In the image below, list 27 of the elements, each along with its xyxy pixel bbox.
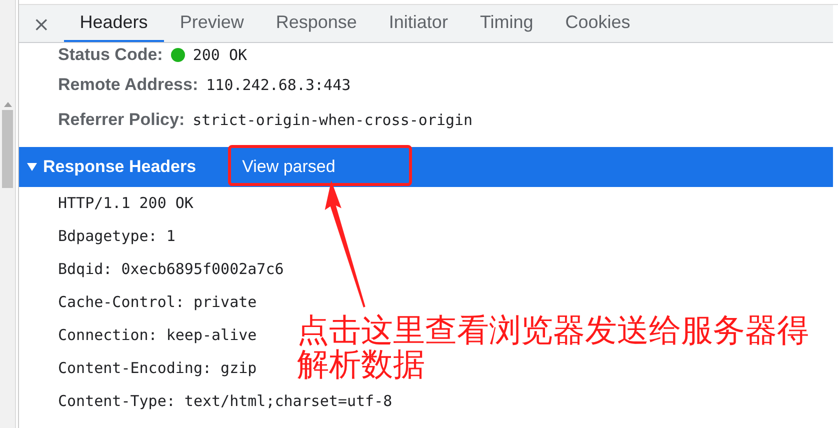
- annotation-text: 点击这里查看浏览器发送给服务器得解析数据: [297, 313, 810, 381]
- header-value: 200 OK: [192, 46, 248, 64]
- tab[interactable]: Cookies: [549, 5, 646, 42]
- tab[interactable]: Response: [260, 5, 373, 42]
- view-parsed-link[interactable]: View parsed: [242, 157, 336, 177]
- tab[interactable]: Timing: [464, 5, 550, 42]
- header-value: strict-origin-when-cross-origin: [192, 110, 473, 128]
- section-header[interactable]: Response Headers View parsed: [19, 147, 833, 187]
- header-name: Status Code:: [58, 45, 163, 65]
- section-title: Response Headers: [43, 157, 196, 177]
- tab[interactable]: Headers: [64, 5, 164, 42]
- header-line: Connection: keep-alive: [58, 326, 257, 344]
- header-line: HTTP/1.1 200 OK: [58, 194, 194, 212]
- header-line: Bdqid: 0xecb6895f0002a7c6: [58, 260, 284, 278]
- header-name: Referrer Policy:: [58, 110, 185, 130]
- header-name: Remote Address:: [58, 74, 198, 94]
- header-line: Content-Encoding: gzip: [58, 359, 257, 377]
- header-value: 110.242.68.3:443: [206, 76, 351, 94]
- scrollbar-thumb[interactable]: [2, 110, 13, 188]
- scroll-up-icon[interactable]: [4, 102, 12, 107]
- close-button[interactable]: ×: [27, 5, 64, 42]
- header-line: Cache-Control: private: [58, 293, 257, 311]
- tab[interactable]: Preview: [164, 5, 260, 42]
- header-line: Content-Type: text/html;charset=utf-8: [58, 392, 392, 410]
- tab[interactable]: Initiator: [372, 5, 464, 42]
- scrollbar[interactable]: [0, 0, 16, 428]
- header-line: Bdpagetype: 1: [58, 227, 176, 245]
